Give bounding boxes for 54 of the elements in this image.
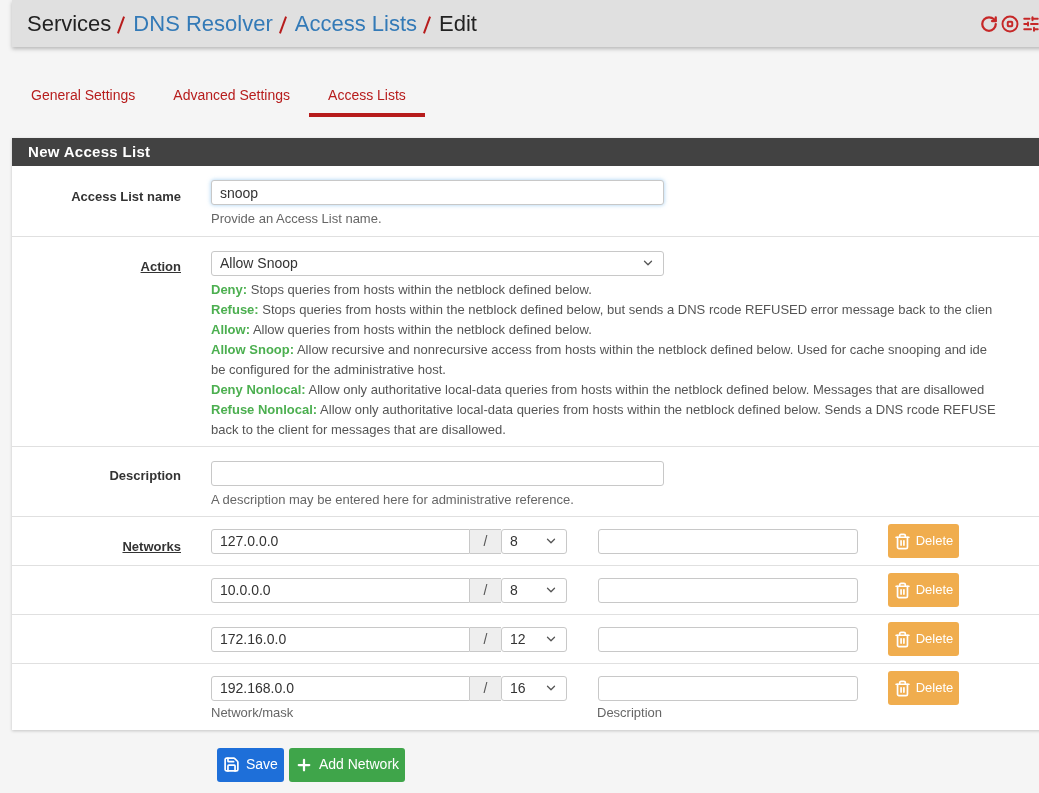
tab[interactable]: Advanced Settings [154, 77, 310, 117]
mask-select[interactable]: 8 [501, 528, 567, 554]
trash-icon [893, 679, 911, 697]
trash-icon [893, 532, 911, 550]
input-field[interactable] [211, 460, 664, 486]
input-field[interactable]: snoop [211, 180, 664, 205]
action-select[interactable]: Allow Snoop [211, 250, 664, 276]
trash-icon [893, 581, 911, 599]
input-field[interactable] [598, 675, 858, 701]
stop-icon[interactable] [1001, 14, 1019, 33]
field-label: Action [140, 258, 181, 274]
help-text: Provide an Access List name. [211, 210, 383, 228]
mask-separator: / [470, 675, 501, 701]
breadcrumb-link[interactable]: Access Lists [294, 7, 417, 40]
help-text: Refuse Nonlocal: Allow only authoritative local-data queries from hosts within the netblock defined below. Sends a DNS rcode REFUSE [211, 400, 996, 419]
input-field[interactable]: 172.16.0.0 [211, 626, 470, 652]
field-label: Access List name [71, 189, 181, 204]
input-field[interactable]: 192.168.0.0 [211, 675, 470, 701]
reload-icon[interactable] [980, 14, 998, 33]
breadcrumb-text: Edit [439, 10, 477, 38]
help-text: A description may be entered here for administrative reference. [211, 490, 575, 509]
help-text: Refuse: Stops queries from hosts within the netblock defined below, but sends a DNS rcode REFUSED error message back to the clien [211, 300, 994, 319]
settings-icon[interactable] [1022, 14, 1039, 33]
tab[interactable]: General Settings [12, 77, 155, 117]
save-button[interactable]: Save [217, 747, 284, 782]
help-text: be configured for the administrative host. [211, 360, 447, 379]
help-text: Allow Snoop: Allow recursive and nonrecursive access from hosts within the netblock defined below. Used for cache snooping and ide [211, 340, 989, 359]
help-text: Description [597, 704, 663, 722]
add-button[interactable]: Add Network [288, 747, 406, 782]
input-field[interactable] [598, 577, 858, 603]
breadcrumb-link[interactable]: DNS Resolver [133, 7, 273, 40]
input-field[interactable]: 10.0.0.0 [211, 577, 470, 603]
input-field[interactable] [598, 528, 858, 554]
tab[interactable]: Access Lists [309, 77, 425, 117]
help-text: Deny Nonlocal: Allow only authoritative local-data queries from hosts within the netblock defined below. Messages that are disallowed [211, 380, 986, 399]
mask-separator: / [470, 528, 501, 554]
trash-icon [893, 630, 911, 648]
help-text: Network/mask [211, 704, 295, 722]
breadcrumb-text: Services [27, 10, 112, 38]
help-text: Allow: Allow queries from hosts within the netblock defined below. [211, 320, 593, 339]
mask-separator: / [470, 577, 501, 603]
input-field[interactable] [598, 626, 858, 652]
mask-separator: / [470, 626, 501, 652]
input-field[interactable]: 127.0.0.0 [211, 528, 470, 554]
panel-header: New Access List [12, 138, 1039, 166]
field-label: Networks [122, 539, 181, 554]
mask-select[interactable]: 8 [501, 577, 567, 603]
separator-icon [423, 15, 431, 34]
help-text: Deny: Stops queries from hosts within the netblock defined below. [211, 280, 593, 299]
help-text: back to the client for messages that are disallowed. [211, 420, 507, 439]
field-label: Description [109, 467, 181, 483]
save-icon [223, 756, 240, 773]
mask-select[interactable]: 12 [501, 626, 567, 652]
mask-select[interactable]: 16 [501, 675, 567, 701]
